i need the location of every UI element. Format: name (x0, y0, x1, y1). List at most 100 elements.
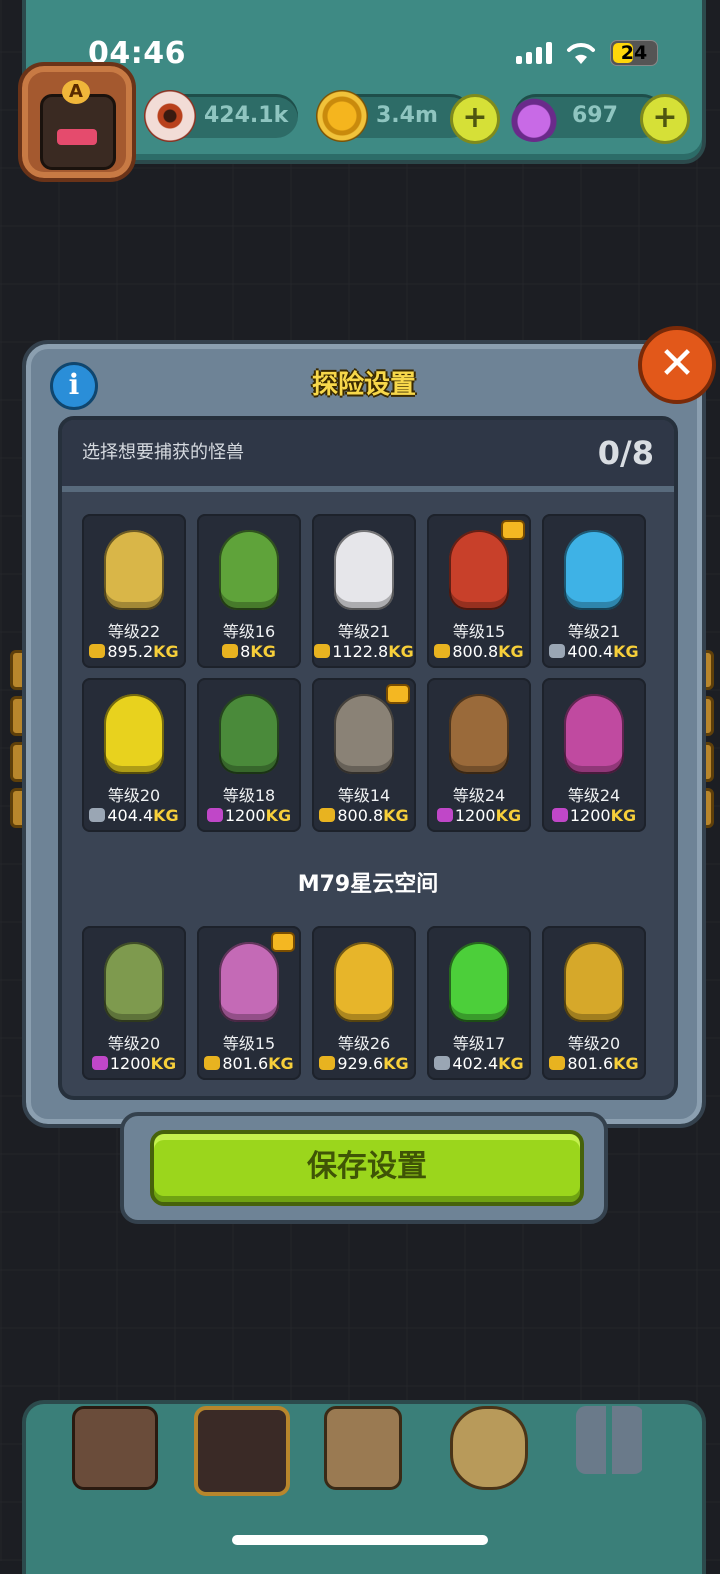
collection-grid-icon[interactable] (576, 1406, 644, 1474)
weight-value: 402.4 (452, 1054, 499, 1073)
monster-weight: 1200KG (542, 806, 646, 825)
monster-level: 等级14 (337, 786, 391, 805)
weight-bag-icon (91, 1056, 108, 1070)
weight-value: 8 (240, 642, 251, 661)
monster-card[interactable]: 等级26 929.6KG (312, 926, 416, 1080)
potion-icon (508, 90, 560, 142)
avatar-monster-face (40, 94, 116, 170)
wifi-icon (567, 43, 595, 64)
money-bag-icon[interactable] (450, 1406, 528, 1490)
monster-weight: 1200KG (197, 806, 301, 825)
section-title: M79星云空间 (297, 872, 439, 897)
weight-bag-icon (89, 644, 106, 658)
monster-lair-icon[interactable] (194, 1406, 290, 1496)
monster-badge-icon (271, 932, 295, 952)
eyeball-icon (144, 90, 196, 142)
monster-card[interactable]: 等级24 1200KG (427, 678, 531, 832)
monster-weight: 1200KG (427, 806, 531, 825)
coin-icon (316, 90, 368, 142)
monster-level: 等级21 (567, 622, 621, 641)
monster-portrait (104, 530, 164, 610)
monster-weight: 800.8KG (312, 806, 416, 825)
monster-weight: 1122.8KG (312, 642, 416, 661)
monster-weight: 1200KG (82, 1054, 186, 1073)
monster-level: 等级20 (107, 1034, 161, 1053)
selection-prompt: 选择想要捕获的怪兽 (82, 442, 244, 463)
weight-unit: KG (153, 806, 179, 825)
weight-value: 1122.8 (332, 642, 389, 661)
monster-card[interactable]: 等级24 1200KG (542, 678, 646, 832)
weight-bag-icon (319, 1056, 336, 1070)
weight-bag-icon (434, 644, 451, 658)
monster-portrait (449, 942, 509, 1022)
monster-card[interactable]: 等级16 8KG (197, 514, 301, 668)
monster-level: 等级24 (452, 786, 506, 805)
weight-bag-icon (434, 1056, 451, 1070)
weight-unit: KG (388, 642, 414, 661)
monster-card[interactable]: 等级20 801.6KG (542, 926, 646, 1080)
avatar-rank-letter: A (62, 80, 90, 104)
monster-weight: 801.6KG (542, 1054, 646, 1073)
monster-level: 等级22 (107, 622, 161, 641)
weight-bag-icon (436, 808, 453, 822)
weight-unit: KG (383, 806, 409, 825)
battery-level: 24 (620, 42, 648, 64)
monster-card[interactable]: 等级22 895.2KG (82, 514, 186, 668)
weight-bag-icon (549, 644, 566, 658)
monster-badge-icon (501, 520, 525, 540)
weight-value: 1200 (454, 806, 496, 825)
monster-portrait (564, 694, 624, 774)
close-button[interactable]: ✕ (638, 326, 716, 404)
monster-weight: 895.2KG (82, 642, 186, 661)
player-avatar[interactable]: A (18, 62, 136, 182)
monster-portrait (219, 530, 279, 610)
monster-card[interactable]: 等级17 402.4KG (427, 926, 531, 1080)
monster-card[interactable]: 等级21 1122.8KG (312, 514, 416, 668)
weight-unit: KG (265, 806, 292, 825)
add-coin-button[interactable]: + (450, 94, 500, 144)
weight-bag-icon (206, 808, 223, 822)
book-icon[interactable] (324, 1406, 402, 1490)
monster-level: 等级17 (452, 1034, 506, 1053)
monster-level: 等级16 (222, 622, 276, 641)
monster-card[interactable]: 等级18 1200KG (197, 678, 301, 832)
monster-weight: 929.6KG (312, 1054, 416, 1073)
home-indicator[interactable] (232, 1535, 488, 1545)
monster-level: 等级18 (222, 786, 276, 805)
shop-icon[interactable] (72, 1406, 158, 1490)
monster-card[interactable]: 等级15 801.6KG (197, 926, 301, 1080)
selection-count: 0/8 (597, 434, 654, 472)
monster-level: 等级26 (337, 1034, 391, 1053)
weight-value: 404.4 (107, 806, 154, 825)
monster-portrait (564, 942, 624, 1022)
weight-value: 801.6 (222, 1054, 269, 1073)
weight-unit: KG (498, 1054, 524, 1073)
weight-unit: KG (250, 642, 276, 661)
monster-card[interactable]: 等级14 800.8KG (312, 678, 416, 832)
weight-value: 1200 (224, 806, 266, 825)
expedition-settings-panel: i 探险设置 ✕ 选择想要捕获的怪兽 0/8 等级22 895.2KG 等级16 8K… (22, 326, 716, 1128)
monster-card[interactable]: 等级21 400.4KG (542, 514, 646, 668)
monster-portrait (449, 694, 509, 774)
monster-level: 等级20 (567, 1034, 621, 1053)
monster-weight: 404.4KG (82, 806, 186, 825)
monster-level: 等级24 (567, 786, 621, 805)
add-potion-button[interactable]: + (640, 94, 690, 144)
save-button-frame: 保存设置 (120, 1112, 608, 1224)
monster-card[interactable]: 等级20 1200KG (82, 926, 186, 1080)
monster-portrait (334, 694, 394, 774)
weight-unit: KG (610, 806, 637, 825)
monster-card[interactable]: 等级15 800.8KG (427, 514, 531, 668)
monster-selection-area: 选择想要捕获的怪兽 0/8 等级22 895.2KG 等级16 8KG 等级21 1122… (58, 416, 678, 1100)
save-settings-button[interactable]: 保存设置 (150, 1130, 584, 1206)
monster-weight: 400.4KG (542, 642, 646, 661)
monster-portrait (564, 530, 624, 610)
coin-count: 3.4m (376, 103, 438, 128)
eyeball-resource: 424.1k (144, 90, 298, 142)
monster-portrait (219, 694, 279, 774)
monster-weight: 402.4KG (427, 1054, 531, 1073)
monster-grid-bottom: 等级20 1200KG 等级15 801.6KG 等级26 929.6KG 等级17 402.… (82, 926, 646, 1080)
monster-weight: 8KG (197, 642, 301, 661)
monster-card[interactable]: 等级20 404.4KG (82, 678, 186, 832)
battery-icon: 24 (610, 40, 658, 66)
